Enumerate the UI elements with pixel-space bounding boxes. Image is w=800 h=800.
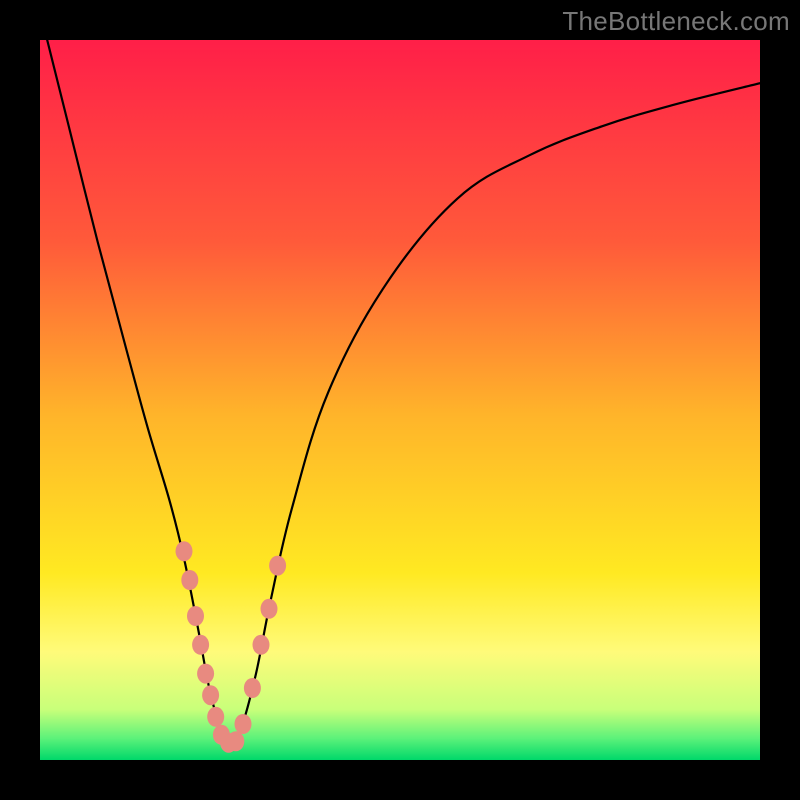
chart-container: TheBottleneck.com bbox=[0, 0, 800, 800]
v-curve bbox=[40, 40, 760, 744]
marker-dot bbox=[187, 606, 204, 626]
marker-dot bbox=[181, 570, 198, 590]
marker-dot bbox=[244, 678, 261, 698]
marker-dot bbox=[192, 635, 209, 655]
plot-area bbox=[40, 40, 760, 760]
watermark: TheBottleneck.com bbox=[562, 6, 790, 37]
marker-dot bbox=[227, 731, 244, 751]
marker-dot bbox=[197, 664, 214, 684]
marker-dot bbox=[207, 707, 224, 727]
curve-layer bbox=[40, 40, 760, 760]
marker-dot bbox=[261, 599, 278, 619]
marker-dot bbox=[269, 556, 286, 576]
marker-dot bbox=[235, 714, 252, 734]
marker-dot bbox=[253, 635, 270, 655]
marker-dot bbox=[202, 685, 219, 705]
marker-dot bbox=[176, 541, 193, 561]
marker-dots bbox=[176, 541, 287, 753]
